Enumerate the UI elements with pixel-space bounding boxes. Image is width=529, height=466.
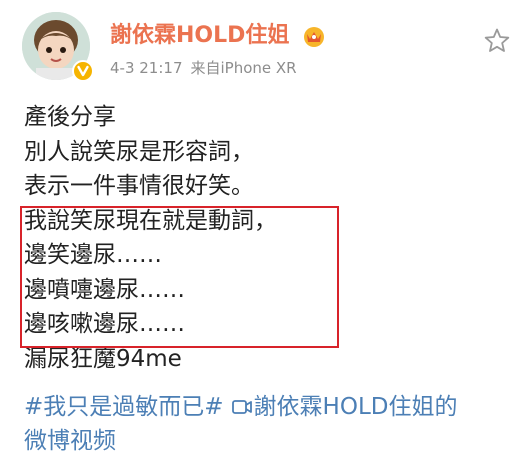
verified-v-icon	[72, 60, 94, 82]
content-line: 表示一件事情很好笑。	[24, 173, 254, 199]
video-icon	[231, 391, 252, 414]
author-name[interactable]: 謝依霖HOLD住姐	[110, 22, 289, 50]
favorite-star-icon[interactable]	[482, 26, 512, 56]
post-time: 4-3 21:17	[110, 59, 183, 77]
content-line: 我說笑尿現在就是動詞，	[24, 207, 277, 234]
weibo-post: 謝依霖HOLD住姐 4-3 21:17 来自iPhone XR 產後分享 別人說笑…	[0, 0, 529, 466]
video-link[interactable]: 謝依霖HOLD住姐的	[231, 391, 458, 420]
video-link-label-2: 微博视频	[24, 428, 116, 454]
video-link-label: 謝依霖HOLD住姐的	[253, 394, 458, 420]
video-link-continued[interactable]: 微博视频	[24, 424, 116, 458]
content-line: 漏尿狂魔94me	[24, 345, 182, 372]
post-meta: 4-3 21:17 来自iPhone XR	[110, 58, 297, 78]
hashtag-link[interactable]: #我只是過敏而已#	[24, 394, 224, 420]
post-source: 来自iPhone XR	[190, 59, 297, 77]
content-line: 產後分享	[24, 104, 116, 130]
avatar[interactable]	[22, 12, 94, 82]
content-line: 別人說笑尿是形容詞，	[24, 138, 254, 165]
content-line: 邊笑邊尿……	[24, 242, 162, 268]
post-content: 產後分享 別人說笑尿是形容詞， 表示一件事情很好笑。 我說笑尿現在就是動詞， 邊…	[24, 100, 514, 376]
content-line: 邊噴嚏邊尿……	[24, 276, 185, 303]
hashtag-row: #我只是過敏而已# 謝依霖HOLD住姐的	[24, 390, 457, 424]
content-line: 邊咳嗽邊尿……	[24, 311, 185, 337]
crown-badge-icon	[302, 24, 326, 48]
